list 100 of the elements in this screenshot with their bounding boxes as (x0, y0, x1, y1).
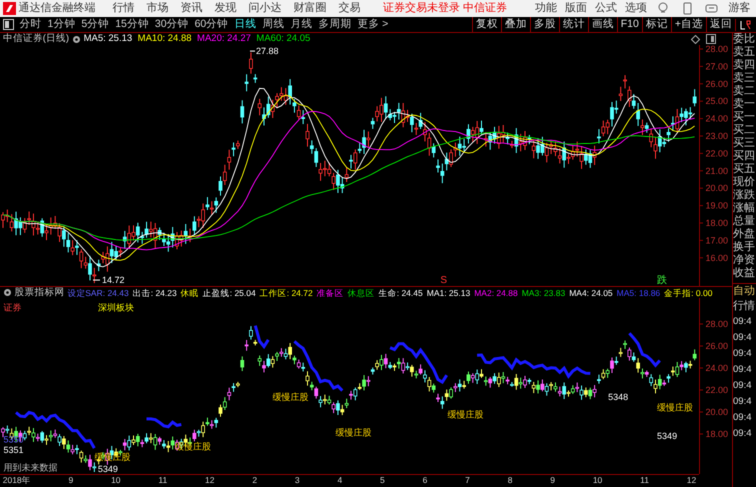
panel-toggle-icon[interactable] (2, 19, 14, 30)
tool-menu-item[interactable]: 公式 (591, 0, 621, 17)
menu-item[interactable]: 问小达 (242, 0, 288, 17)
bulb-icon[interactable] (656, 2, 670, 15)
toolbar-button[interactable]: 多股 (530, 17, 559, 32)
chart-label: 5348 (608, 392, 628, 402)
price-axis-label: 24.00 (705, 114, 728, 124)
period-tab[interactable]: 1分钟 (44, 17, 78, 32)
period-tab[interactable]: 日线 (231, 17, 260, 32)
user-name[interactable]: 游客 (728, 0, 750, 17)
toolbar-button[interactable]: 标记 (642, 17, 671, 32)
indicator-value: MA4: 24.05 (569, 287, 613, 298)
quote-field-label: 买三 (733, 137, 756, 150)
indicator-value: MA5: 18.86 (616, 287, 660, 298)
indicator-value: 设定SAR: 24.43 (67, 287, 129, 298)
menu-item[interactable]: 财富圈 (288, 0, 332, 17)
toolbar-button[interactable]: 返回 (706, 17, 735, 32)
login-status[interactable]: 证券交易未登录 (383, 0, 460, 17)
panel-tab[interactable]: 自动 (733, 284, 756, 299)
price-axis-label: 18.00 (705, 429, 728, 439)
date-axis-label: 12 (686, 475, 698, 484)
quote-field-label: 买四 (733, 150, 756, 163)
period-tab[interactable]: 周线 (259, 17, 288, 32)
price-axis-label: 24.00 (705, 363, 728, 373)
toolbar-button[interactable]: 统计 (558, 17, 588, 32)
period-tab[interactable]: 分时 (16, 17, 44, 32)
ma-value: MA60: 24.05 (256, 33, 310, 45)
quote-field-label: 卖五 (733, 46, 756, 59)
toolbar-button[interactable]: +自选 (670, 17, 706, 32)
menu-item[interactable]: 发现 (208, 0, 242, 17)
indicator-value: 休息区 (348, 287, 375, 298)
period-tab[interactable]: 月线 (287, 17, 316, 32)
indicator-value: 止盈线: 25.04 (202, 287, 256, 298)
gear-icon[interactable] (72, 34, 81, 44)
toolbar-button[interactable]: 画线 (588, 17, 617, 32)
diamond-icon[interactable] (691, 34, 700, 44)
date-axis-label: 7 (464, 475, 471, 484)
date-axis-label: 10 (592, 475, 604, 484)
chart-label: 5350 (4, 434, 24, 444)
menu-item[interactable]: 资讯 (174, 0, 208, 17)
logo-icon (2, 2, 16, 15)
indicator-value: 出击: 24.23 (132, 287, 177, 298)
quote-field-label: 净资 (733, 254, 756, 267)
chart-label: 用到未来数据 (4, 462, 58, 472)
price-axis-label: 28.00 (705, 319, 728, 329)
toolbar-button[interactable]: 复权 (472, 17, 501, 32)
leader-line (92, 280, 100, 281)
indicator-value: 金手指: 0.00 (664, 287, 712, 298)
chart-title: 中信证券(日线) (2, 33, 70, 45)
period-tab[interactable]: 15分钟 (112, 17, 152, 32)
price-axis-label: 20.00 (705, 183, 728, 194)
period-tab[interactable]: 30分钟 (152, 17, 192, 32)
date-axis-label: 10 (110, 475, 122, 484)
leader-line (250, 50, 256, 52)
trade-time: 09:4 (733, 347, 752, 361)
price-axis-label: 20.00 (705, 407, 728, 417)
date-axis-label: 2 (251, 475, 258, 484)
trade-time: 09:4 (733, 395, 752, 409)
menu-item[interactable]: 市场 (140, 0, 174, 17)
phone-icon[interactable] (680, 2, 694, 15)
toolbar-button[interactable]: F10 (616, 17, 642, 32)
broker-name: 中信证券 (462, 1, 507, 16)
date-axis-label: 6 (422, 475, 428, 484)
trade-time: 09:4 (733, 411, 752, 425)
period-tab[interactable]: 60分钟 (192, 17, 232, 32)
message-icon[interactable] (704, 2, 718, 15)
indicator-value: 工作区: 24.72 (260, 287, 313, 298)
high-price-label: 27.88 (256, 46, 279, 56)
tool-menu-item[interactable]: 选项 (621, 0, 651, 17)
window-icon[interactable] (706, 34, 716, 44)
quote-field-label: 卖二 (733, 85, 756, 98)
quote-field-label: 卖一 (733, 98, 756, 111)
price-axis-label: 21.00 (705, 166, 728, 176)
chart-label: 证券 (4, 302, 22, 312)
quote-field-label: 委比 (733, 33, 756, 46)
quote-field-label: 买二 (733, 124, 756, 137)
signal-marker: S (440, 275, 448, 286)
price-axis-label: 22.00 (705, 148, 728, 158)
period-tab[interactable]: 多周期 (315, 17, 354, 32)
menu-item[interactable]: 交易 (332, 0, 366, 17)
date-axis-label: 11 (157, 475, 168, 484)
menu-item[interactable]: 行情 (106, 0, 140, 17)
toolbar-button[interactable]: 叠加 (500, 17, 530, 32)
period-tab[interactable]: 更多 > (354, 17, 392, 32)
trade-time: 09:4 (733, 331, 752, 345)
tool-menu-item[interactable]: 版面 (561, 0, 591, 17)
indicator-value: MA2: 24.88 (474, 287, 518, 298)
indicator-value: MA1: 25.13 (426, 287, 470, 298)
app-title: 通达信金融终端 (18, 0, 96, 16)
chart-label: 深圳板块 (98, 302, 134, 312)
date-axis-label: 5 (379, 475, 386, 484)
quote-field-label: 外盘 (733, 228, 756, 241)
tool-menu-item[interactable]: 功能 (531, 0, 561, 17)
chart-label: 缓慢庄股 (272, 392, 309, 402)
date-axis-label: 9 (549, 475, 556, 484)
gear-icon[interactable] (2, 288, 12, 297)
trade-time: 09:4 (733, 379, 752, 393)
indicator-value: 生命: 24.45 (378, 287, 423, 298)
period-tab[interactable]: 5分钟 (78, 17, 112, 32)
panel-tab[interactable]: 行情 (733, 299, 756, 314)
